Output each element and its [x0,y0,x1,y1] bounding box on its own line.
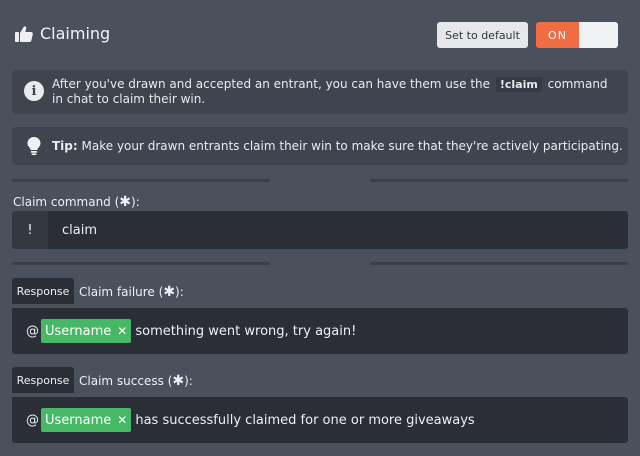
required-icon: ✱ [172,373,185,389]
required-icon: ✱ [163,284,176,300]
claim-failure-message-field[interactable]: @ Username ✕ something went wrong, try a… [12,308,628,354]
set-to-default-button[interactable]: Set to default [437,22,528,48]
claim-command-label-text: Claim command ( [13,195,120,209]
response-tag: Response [12,278,74,304]
mention-symbol: @ [26,412,39,428]
divider-left [12,262,270,265]
remove-variable-icon[interactable]: ✕ [117,324,127,338]
claim-failure-label-text: Claim failure ( [79,285,164,299]
claim-success-label-text: Claim success ( [79,374,173,388]
claim-success-label-end: ): [184,374,193,388]
enable-toggle[interactable]: ON [536,22,618,48]
claim-failure-message: something went wrong, try again! [135,323,357,339]
username-variable-chip: Username ✕ [41,319,132,343]
section-title: Claiming [14,24,110,43]
info-text-before: After you've drawn and accepted an entra… [52,77,491,91]
toggle-knob [579,22,618,48]
remove-variable-icon[interactable]: ✕ [117,413,127,427]
claim-command-label-end: ): [131,195,140,209]
username-variable-chip: Username ✕ [41,408,132,432]
tip-text: Tip: Make your drawn entrants claim thei… [52,139,623,153]
claim-success-message-field[interactable]: @ Username ✕ has successfully claimed fo… [12,397,628,443]
divider-right [370,179,628,182]
claim-command-field: ! [12,211,628,249]
claim-failure-label: Claim failure (✱): [79,284,184,300]
info-notice: i After you've drawn and accepted an ent… [12,70,628,114]
divider-left [12,179,270,182]
claim-success-label: Claim success (✱): [79,373,193,389]
required-icon: ✱ [119,194,132,210]
section-title-text: Claiming [40,24,111,43]
claim-command-chip: !claim [495,77,542,92]
response-tag: Response [12,367,74,393]
username-variable-label: Username [45,323,112,339]
tip-body: Make your drawn entrants claim their win… [81,139,623,153]
claim-command-input[interactable] [48,211,628,249]
tip-notice: Tip: Make your drawn entrants claim thei… [12,127,628,165]
claim-command-label: Claim command (✱): [13,194,140,210]
info-text: After you've drawn and accepted an entra… [52,77,616,107]
claim-failure-label-end: ): [175,285,184,299]
info-icon: i [24,81,44,101]
divider-right [370,262,628,265]
lightbulb-icon [26,136,42,160]
toggle-on-label: ON [536,22,579,48]
mention-symbol: @ [26,323,39,339]
tip-prefix: Tip: [52,139,78,153]
thumbs-up-icon [14,25,34,43]
command-prefix: ! [12,211,48,249]
username-variable-label: Username [45,412,112,428]
claim-success-message: has successfully claimed for one or more… [135,412,475,428]
section-header: Claiming Set to default ON [0,0,640,70]
